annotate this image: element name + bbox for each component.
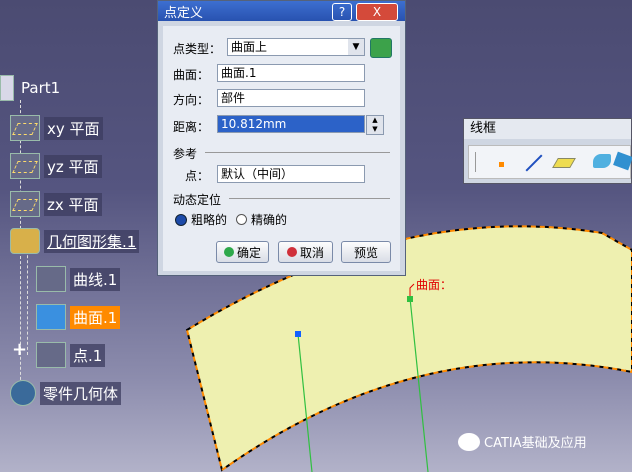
divider: [229, 198, 390, 199]
tree-item-yz-plane[interactable]: yz 平面: [10, 153, 102, 179]
preview-button[interactable]: 预览: [341, 241, 391, 263]
reference-point-marker[interactable]: [295, 331, 301, 337]
tree-item-surface[interactable]: 曲面.1: [36, 304, 121, 330]
tree-item-zx-plane[interactable]: zx 平面: [10, 191, 102, 217]
plane-icon: [10, 115, 40, 141]
dialog-body: 点类型： 曲面上 ▼ 曲面： 曲面.1 方向： 部件 距离： 10.812mm …: [163, 26, 400, 271]
tree-item-geometrical-set[interactable]: 几何图形集.1: [10, 228, 140, 254]
chevron-down-icon[interactable]: ▼: [348, 39, 364, 55]
radio-fine[interactable]: 精确的: [236, 211, 287, 228]
tree-item-xy-plane[interactable]: xy 平面: [10, 115, 103, 141]
point-definition-dialog: 点定义 ? X 点类型： 曲面上 ▼ 曲面： 曲面.1 方向： 部件 距离： 1…: [157, 0, 406, 276]
tree-item-curve[interactable]: 曲线.1: [36, 266, 121, 292]
watermark-text: CATIA基础及应用: [484, 436, 587, 451]
tree-item-label: 点.1: [70, 343, 106, 367]
ok-label: 确定: [236, 245, 261, 260]
tree-item-label: yz 平面: [44, 154, 102, 178]
divider: [205, 152, 390, 153]
direction-field[interactable]: 部件: [217, 89, 365, 107]
cancel-icon: [286, 247, 297, 257]
radio-checked-icon: [175, 213, 187, 226]
point-tool-icon[interactable]: [491, 148, 521, 176]
tree-connector-sub: [27, 245, 28, 355]
tree-item-label: 几何图形集.1: [44, 229, 140, 253]
surface-field-label: 曲面：: [173, 68, 210, 82]
tree-item-label: 曲线.1: [70, 267, 121, 291]
radio-unchecked-icon: [236, 214, 247, 225]
dynamic-positioning-title: 动态定位: [173, 193, 222, 207]
expand-toggle[interactable]: +: [12, 339, 27, 360]
part-icon: [0, 75, 14, 101]
dialog-title: 点定义: [164, 5, 204, 21]
tree-root[interactable]: Part1: [0, 75, 63, 101]
dialog-titlebar[interactable]: 点定义 ? X: [158, 1, 405, 21]
defined-point-marker[interactable]: [407, 296, 413, 302]
line-tool-icon[interactable]: [519, 148, 549, 176]
ok-button[interactable]: 确定: [216, 241, 269, 263]
plane-tool-icon[interactable]: [549, 148, 579, 176]
tree-item-label: xy 平面: [44, 116, 103, 140]
distance-label: 距离：: [173, 120, 210, 134]
tree-item-label: 零件几何体: [40, 381, 122, 405]
curve-icon: [36, 266, 66, 292]
tree-root-label: Part1: [21, 79, 61, 97]
cancel-button[interactable]: 取消: [278, 241, 333, 263]
reference-point-field[interactable]: 默认（中间）: [217, 165, 365, 183]
toolbar-tools: [468, 145, 632, 179]
distance-spinner[interactable]: ▲ ▼: [366, 115, 384, 135]
reference-section-title: 参考: [173, 147, 198, 161]
surface-label: 曲面：: [416, 278, 453, 292]
point-icon: [36, 342, 66, 368]
tree-item-label: 曲面.1: [70, 305, 121, 329]
surface-field[interactable]: 曲面.1: [217, 64, 365, 82]
close-button[interactable]: X: [356, 3, 398, 21]
plane-icon: [10, 153, 40, 179]
toolbar-title[interactable]: 线框: [464, 119, 631, 139]
tree-item-point[interactable]: 点.1: [36, 342, 106, 368]
distance-field[interactable]: 10.812mm: [217, 115, 365, 133]
cancel-label: 取消: [299, 245, 324, 260]
radio-coarse-label: 粗略的: [191, 213, 228, 227]
direction-label: 方向：: [173, 93, 210, 107]
radio-coarse[interactable]: 粗略的: [175, 211, 227, 228]
reference-point-label: 点：: [185, 169, 210, 183]
surface-icon: [36, 304, 66, 330]
wechat-icon: [458, 432, 480, 451]
watermark: CATIA基础及应用: [458, 432, 587, 451]
lock-icon[interactable]: [370, 38, 392, 58]
radio-fine-label: 精确的: [251, 213, 288, 227]
point-type-value: 曲面上: [231, 40, 268, 54]
help-button[interactable]: ?: [332, 3, 352, 21]
point-type-select[interactable]: 曲面上 ▼: [227, 38, 365, 56]
part-body-icon: [10, 380, 36, 406]
point-type-label: 点类型：: [173, 42, 222, 56]
geometrical-set-icon: [10, 228, 40, 254]
tree-item-part-body[interactable]: 零件几何体: [10, 380, 122, 406]
wireframe-toolbar: 线框: [463, 118, 632, 184]
tree-item-label: zx 平面: [44, 192, 102, 216]
ok-icon: [223, 247, 234, 257]
intersection-tool-icon[interactable]: [613, 148, 632, 176]
plane-icon: [10, 191, 40, 217]
